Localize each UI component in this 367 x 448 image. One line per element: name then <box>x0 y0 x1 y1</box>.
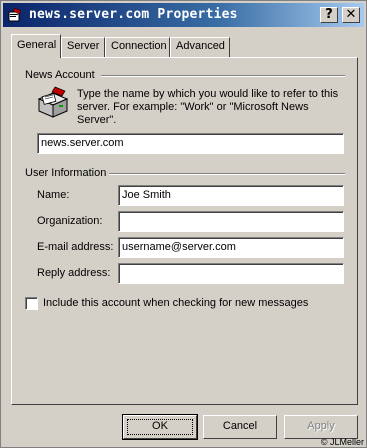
credit-text: © JLMeller <box>320 437 364 447</box>
tab-label: General <box>17 39 57 51</box>
user-information-heading: User Information <box>25 167 107 179</box>
tab-label: Server <box>67 40 100 52</box>
ok-button[interactable]: OK <box>122 414 198 440</box>
title-bar[interactable]: news.server.com Properties ? ✕ <box>3 3 364 27</box>
email-label: E-mail address: <box>37 241 114 253</box>
window-title: news.server.com Properties <box>29 7 238 22</box>
help-button[interactable]: ? <box>320 7 338 23</box>
section-divider <box>101 75 345 77</box>
email-field[interactable]: username@server.com <box>118 237 344 258</box>
tab-advanced[interactable]: Advanced <box>170 37 230 57</box>
tab-server[interactable]: Server <box>61 37 105 57</box>
tab-general[interactable]: General <box>11 34 61 58</box>
reply-address-field[interactable] <box>118 263 344 284</box>
news-account-heading: News Account <box>25 69 95 81</box>
reply-address-label: Reply address: <box>37 267 111 279</box>
tab-label: Connection <box>111 40 167 52</box>
organization-field[interactable] <box>118 211 344 232</box>
properties-dialog: news.server.com Properties ? ✕ General S… <box>0 0 367 448</box>
include-account-label[interactable]: Include this account when checking for n… <box>43 297 308 309</box>
focus-rect <box>127 419 193 435</box>
tab-label: Advanced <box>176 40 225 52</box>
name-field[interactable]: Joe Smith <box>118 185 344 206</box>
news-account-description: Type the name by which you would like to… <box>77 88 339 126</box>
close-button[interactable]: ✕ <box>342 7 360 23</box>
account-name-field[interactable]: news.server.com <box>37 133 344 154</box>
news-server-icon <box>37 86 69 118</box>
organization-label: Organization: <box>37 215 103 227</box>
section-divider <box>109 173 345 175</box>
name-label: Name: <box>37 189 70 201</box>
cancel-label: Cancel <box>222 420 258 432</box>
cancel-button[interactable]: Cancel <box>203 415 277 439</box>
newsgroup-icon <box>8 7 22 22</box>
apply-button[interactable]: Apply <box>284 415 358 439</box>
apply-label: Apply <box>307 420 335 432</box>
tab-connection[interactable]: Connection <box>105 37 170 57</box>
include-account-checkbox[interactable] <box>25 297 38 310</box>
